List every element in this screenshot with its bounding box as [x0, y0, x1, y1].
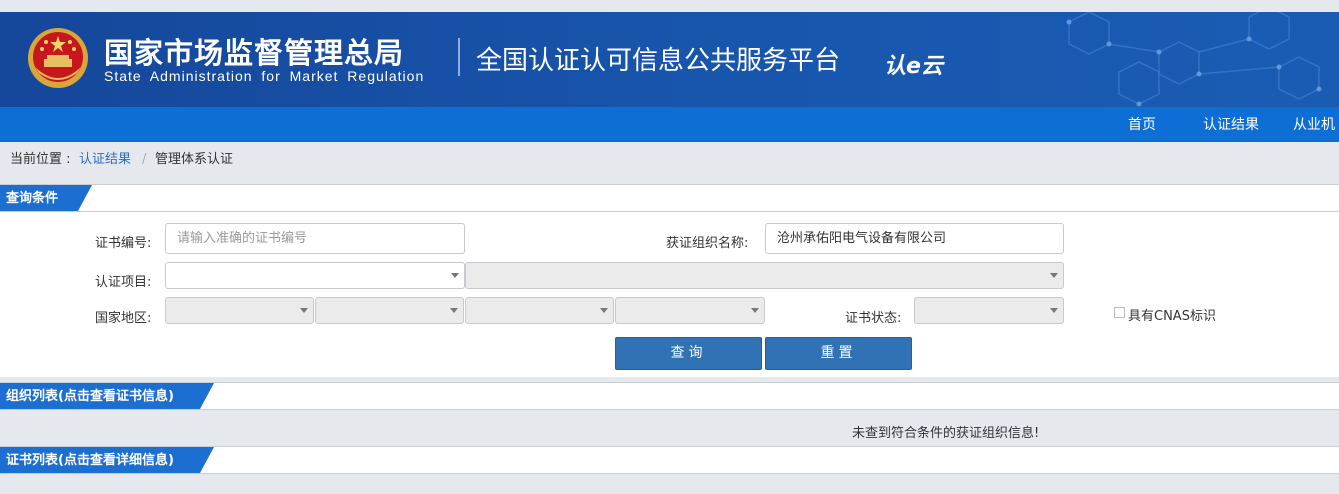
project-label: 认证项目:	[95, 275, 152, 290]
cnas-checkbox[interactable]	[1114, 307, 1125, 318]
cert-no-label: 证书编号:	[95, 236, 152, 251]
nav-item-home[interactable]: 首页	[1128, 107, 1156, 142]
org-list-section-header: 组织列表(点击查看证书信息)	[0, 382, 1339, 410]
platform-title: 全国认证认可信息公共服务平台	[476, 46, 841, 76]
status-label: 证书状态:	[845, 311, 902, 326]
query-section-title: 查询条件	[0, 185, 92, 211]
query-panel: 证书编号: 请输入准确的证书编号 获证组织名称: 沧州承佑阳电气设备有限公司 认…	[0, 212, 1339, 377]
top-strip	[0, 0, 1339, 12]
chevron-down-icon	[600, 308, 608, 313]
chevron-down-icon	[751, 308, 759, 313]
org-name-input[interactable]: 沧州承佑阳电气设备有限公司	[765, 223, 1064, 254]
project-select-primary[interactable]	[165, 262, 465, 289]
region-select-2[interactable]	[315, 297, 464, 324]
breadcrumb-prefix: 当前位置 :	[10, 152, 71, 167]
query-section-header: 查询条件	[0, 184, 1339, 212]
region-select-3[interactable]	[465, 297, 614, 324]
site-header: 国家市场监督管理总局 State Administration for Mark…	[0, 12, 1339, 107]
chevron-down-icon	[450, 308, 458, 313]
reset-button[interactable]: 重置	[765, 337, 912, 370]
nav-item-practitioners[interactable]: 从业机	[1293, 107, 1335, 142]
chevron-down-icon	[1050, 308, 1058, 313]
region-label: 国家地区:	[95, 311, 152, 326]
national-emblem-icon	[28, 28, 88, 88]
org-name-label: 获证组织名称:	[666, 236, 749, 251]
hexagon-network-decoration	[1066, 12, 1322, 107]
search-button[interactable]: 查询	[615, 337, 762, 370]
cert-no-input[interactable]: 请输入准确的证书编号	[165, 223, 465, 254]
agency-name-en: State Administration for Market Regulati…	[104, 68, 425, 84]
org-list-title: 组织列表(点击查看证书信息)	[0, 383, 214, 409]
status-select[interactable]	[914, 297, 1064, 324]
breadcrumb-separator: /	[142, 152, 147, 167]
breadcrumb-current: 管理体系认证	[155, 152, 234, 167]
cert-list-section-header: 证书列表(点击查看详细信息)	[0, 446, 1339, 474]
agency-name-cn: 国家市场监督管理总局	[104, 36, 405, 70]
breadcrumb-link-cert-results[interactable]: 认证结果	[79, 142, 131, 178]
chevron-down-icon	[451, 273, 459, 278]
header-divider	[458, 38, 460, 76]
region-select-1[interactable]	[165, 297, 314, 324]
platform-logo: 认e云	[884, 54, 943, 79]
project-select-secondary[interactable]	[465, 262, 1064, 289]
cert-list-title: 证书列表(点击查看详细信息)	[0, 447, 214, 473]
chevron-down-icon	[300, 308, 308, 313]
main-nav: 首页 认证结果 从业机	[0, 107, 1339, 142]
nav-item-cert-results[interactable]: 认证结果	[1203, 107, 1259, 142]
cnas-checkbox-label[interactable]: 具有CNAS标识	[1128, 305, 1216, 324]
org-list-empty-message: 未查到符合条件的获证组织信息!	[852, 426, 1040, 441]
breadcrumb: 当前位置 : 认证结果 / 管理体系认证	[0, 142, 1339, 183]
region-select-4[interactable]	[615, 297, 765, 324]
chevron-down-icon	[1050, 273, 1058, 278]
org-list-empty-row: 未查到符合条件的获证组织信息!	[0, 412, 1339, 445]
